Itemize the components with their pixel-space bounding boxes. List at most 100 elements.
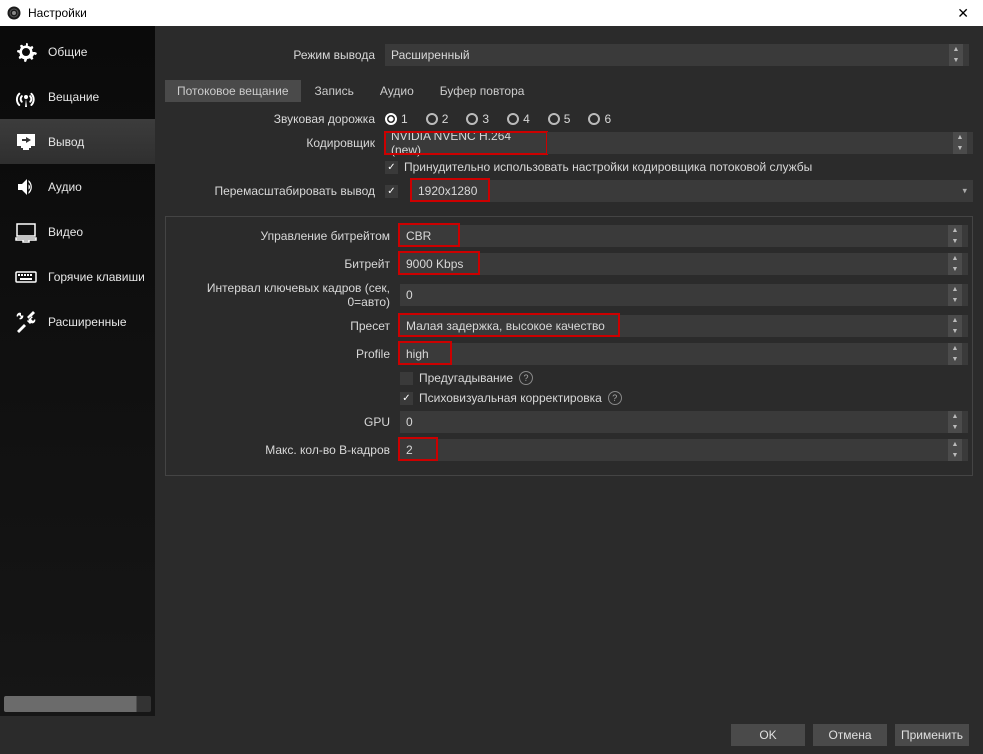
- dropdown-stepper-icon: ▲▼: [948, 343, 962, 365]
- sidebar-item-advanced[interactable]: Расширенные: [0, 299, 155, 344]
- radio-icon: [426, 113, 438, 125]
- radio-icon: [385, 113, 397, 125]
- radio-icon: [507, 113, 519, 125]
- bframes-value: 2: [406, 443, 413, 457]
- audio-track-3[interactable]: 3: [466, 112, 489, 126]
- ok-button[interactable]: OK: [731, 724, 805, 746]
- rescale-value: 1920x1280: [418, 184, 477, 198]
- rescale-select[interactable]: 1920x1280 ▾: [412, 180, 973, 202]
- encoder-settings-panel: Управление битрейтом CBR ▲▼ Битрейт 9000…: [165, 216, 973, 476]
- sidebar-item-stream[interactable]: Вещание: [0, 74, 155, 119]
- sidebar-item-output[interactable]: Вывод: [0, 119, 155, 164]
- cancel-button[interactable]: Отмена: [813, 724, 887, 746]
- sidebar-item-label: Расширенные: [48, 315, 127, 329]
- profile-value: high: [406, 347, 429, 361]
- help-icon[interactable]: ?: [608, 391, 622, 405]
- audio-track-5[interactable]: 5: [548, 112, 571, 126]
- sidebar: Общие Вещание Вывод Аудио Видео: [0, 26, 155, 716]
- tab-replay-buffer[interactable]: Буфер повтора: [428, 80, 537, 102]
- gpu-label: GPU: [170, 415, 400, 429]
- rate-control-label: Управление битрейтом: [170, 229, 400, 243]
- preset-select[interactable]: Малая задержка, высокое качество ▲▼: [400, 315, 968, 337]
- tab-recording[interactable]: Запись: [303, 80, 366, 102]
- tools-icon: [14, 310, 38, 334]
- enforce-label: Принудительно использовать настройки код…: [404, 160, 812, 174]
- profile-select[interactable]: high ▲▼: [400, 343, 968, 365]
- output-tabs: Потоковое вещание Запись Аудио Буфер пов…: [165, 80, 973, 102]
- number-stepper-icon[interactable]: ▲▼: [948, 284, 962, 306]
- sidebar-item-audio[interactable]: Аудио: [0, 164, 155, 209]
- bitrate-input[interactable]: 9000 Kbps ▲▼: [400, 253, 968, 275]
- keyint-input[interactable]: 0 ▲▼: [400, 284, 968, 306]
- tab-streaming[interactable]: Потоковое вещание: [165, 80, 301, 102]
- radio-icon: [466, 113, 478, 125]
- psycho-checkbox[interactable]: ✓: [400, 392, 413, 405]
- preset-label: Пресет: [170, 319, 400, 333]
- gpu-input[interactable]: 0 ▲▼: [400, 411, 968, 433]
- encoder-select[interactable]: NVIDIA NVENC H.264 (new): [385, 132, 547, 154]
- sidebar-item-general[interactable]: Общие: [0, 29, 155, 74]
- keyint-label: Интервал ключевых кадров (сек, 0=авто): [170, 281, 400, 309]
- monitor-icon: [14, 220, 38, 244]
- bframes-input[interactable]: 2 ▲▼: [400, 439, 968, 461]
- encoder-value: NVIDIA NVENC H.264 (new): [391, 129, 541, 157]
- help-icon[interactable]: ?: [519, 371, 533, 385]
- sidebar-item-label: Вывод: [48, 135, 84, 149]
- tab-audio[interactable]: Аудио: [368, 80, 426, 102]
- gpu-value: 0: [406, 415, 413, 429]
- sidebar-item-label: Горячие клавиши: [48, 270, 145, 284]
- keyboard-icon: [14, 265, 38, 289]
- rate-control-select[interactable]: CBR ▲▼: [400, 225, 968, 247]
- speaker-icon: [14, 175, 38, 199]
- audio-track-label: Звуковая дорожка: [165, 112, 385, 126]
- audio-track-6[interactable]: 6: [588, 112, 611, 126]
- profile-label: Profile: [170, 347, 400, 361]
- window-title: Настройки: [28, 6, 949, 20]
- output-mode-label: Режим вывода: [165, 48, 385, 62]
- psycho-label: Психовизуальная корректировка: [419, 391, 602, 405]
- keyint-value: 0: [406, 288, 413, 302]
- dropdown-stepper-icon: ▲▼: [953, 132, 967, 154]
- dropdown-stepper-icon: ▲▼: [948, 225, 962, 247]
- apply-button[interactable]: Применить: [895, 724, 969, 746]
- sidebar-item-label: Видео: [48, 225, 83, 239]
- content-pane: Режим вывода Расширенный ▲▼ Потоковое ве…: [155, 26, 983, 716]
- lookahead-label: Предугадывание: [419, 371, 513, 385]
- bitrate-label: Битрейт: [170, 257, 400, 271]
- gear-icon: [14, 40, 38, 64]
- audio-track-1[interactable]: 1: [385, 112, 408, 126]
- rate-control-value: CBR: [406, 229, 431, 243]
- lookahead-checkbox[interactable]: [400, 372, 413, 385]
- sidebar-item-label: Общие: [48, 45, 87, 59]
- broadcast-icon: [14, 85, 38, 109]
- sidebar-item-label: Вещание: [48, 90, 99, 104]
- bitrate-value: 9000 Kbps: [406, 257, 463, 271]
- monitor-arrow-icon: [14, 130, 38, 154]
- number-stepper-icon[interactable]: ▲▼: [948, 253, 962, 275]
- sidebar-item-video[interactable]: Видео: [0, 209, 155, 254]
- radio-icon: [548, 113, 560, 125]
- dropdown-stepper-icon: ▲▼: [949, 44, 963, 66]
- window-close-button[interactable]: ✕: [949, 5, 977, 22]
- dialog-footer: OK Отмена Применить: [0, 716, 983, 754]
- sidebar-scrollbar[interactable]: [4, 696, 151, 712]
- sidebar-item-label: Аудио: [48, 180, 82, 194]
- chevron-down-icon: ▾: [962, 186, 967, 197]
- audio-track-4[interactable]: 4: [507, 112, 530, 126]
- audio-track-2[interactable]: 2: [426, 112, 449, 126]
- titlebar: Настройки ✕: [0, 0, 983, 26]
- bframes-label: Макс. кол-во B-кадров: [170, 443, 400, 457]
- sidebar-item-hotkeys[interactable]: Горячие клавиши: [0, 254, 155, 299]
- app-logo-icon: [6, 5, 22, 21]
- rescale-checkbox[interactable]: ✓: [385, 185, 398, 198]
- encoder-select-ext[interactable]: ▲▼: [547, 132, 973, 154]
- audio-track-radios: 1 2 3 4 5 6: [385, 112, 629, 126]
- output-mode-value: Расширенный: [391, 48, 470, 62]
- number-stepper-icon[interactable]: ▲▼: [948, 411, 962, 433]
- radio-icon: [588, 113, 600, 125]
- rescale-label: Перемасштабировать вывод: [165, 184, 385, 198]
- encoder-label: Кодировщик: [165, 136, 385, 150]
- number-stepper-icon[interactable]: ▲▼: [948, 439, 962, 461]
- enforce-checkbox[interactable]: ✓: [385, 161, 398, 174]
- output-mode-select[interactable]: Расширенный ▲▼: [385, 44, 969, 66]
